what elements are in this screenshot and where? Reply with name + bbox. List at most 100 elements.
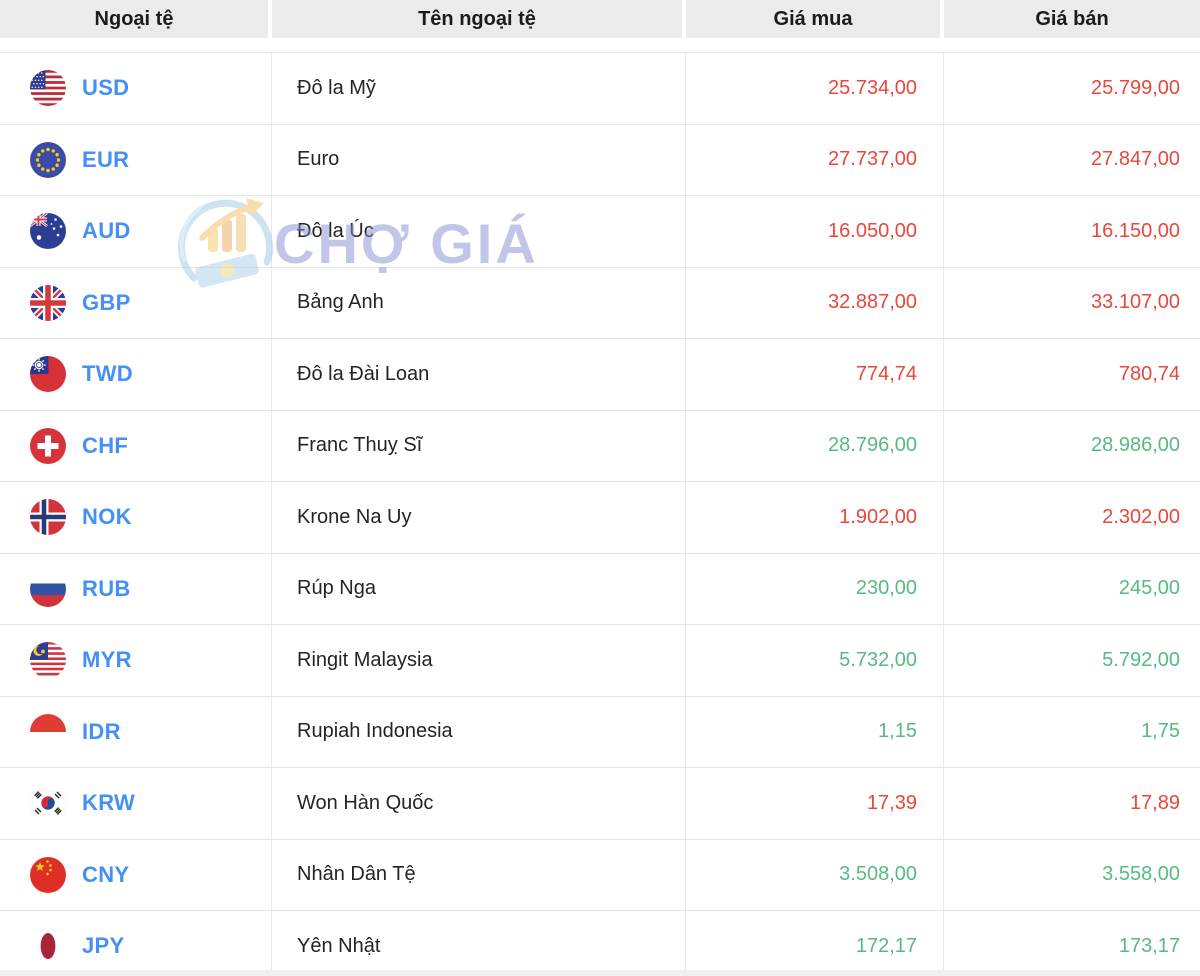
table-row: AUD Đô la Úc 16.050,00 16.150,00 [0, 195, 1200, 267]
sell-price-cell: 33.107,00 [944, 268, 1200, 339]
table-row: CNY Nhân Dân Tệ 3.508,00 3.558,00 [0, 838, 1200, 911]
currency-name-cell: Won Hàn Quốc [272, 768, 686, 839]
currency-name: Đô la Đài Loan [297, 362, 430, 385]
table-row: KRW Won Hàn Quốc 17,39 17,89 [0, 767, 1200, 839]
sell-price-cell: 173,17 [944, 911, 1200, 976]
currency-name: Rupiah Indonesia [297, 720, 453, 743]
sell-price: 173,17 [1118, 934, 1180, 957]
idr-flag-icon [30, 713, 66, 750]
currency-name: Đô la Mỹ [297, 76, 376, 99]
currency-code: JPY [82, 933, 125, 959]
currency-name: Ringit Malaysia [297, 648, 433, 671]
table-row: CHF Franc Thuỵ Sĩ 28.796,00 28.986,00 [0, 409, 1200, 481]
sell-price: 33.107,00 [1091, 291, 1180, 314]
sell-price: 2.302,00 [1102, 505, 1180, 528]
buy-price: 172,17 [855, 934, 917, 957]
usd-flag-icon [30, 70, 66, 107]
buy-price-cell: 32.887,00 [686, 267, 944, 338]
currency-name: Yên Nhật [297, 934, 381, 957]
buy-price: 1,15 [878, 720, 917, 743]
currency-code: KRW [82, 790, 136, 816]
currency-code: CNY [82, 861, 130, 887]
table-row: JPY Yên Nhật 172,17 173,17 [0, 910, 1200, 976]
currency-name-cell: Bảng Anh [272, 267, 686, 338]
buy-price-cell: 3.508,00 [686, 839, 944, 910]
buy-price-cell: 17,39 [686, 768, 944, 839]
myr-flag-icon [30, 642, 66, 679]
sell-price-cell: 245,00 [944, 554, 1200, 625]
currency-cell: KRW [0, 768, 272, 839]
buy-price-cell: 230,00 [686, 553, 944, 624]
buy-price-cell: 5.732,00 [686, 625, 944, 696]
currency-name-cell: Yên Nhật [272, 911, 686, 976]
next-row-sliver [0, 970, 1200, 976]
currency-name-cell: Ringit Malaysia [272, 625, 686, 696]
table-row: EUR Euro 27.737,00 27.847,00 [0, 123, 1200, 195]
currency-name: Krone Na Uy [297, 505, 412, 528]
currency-code: GBP [82, 289, 131, 315]
buy-price: 3.508,00 [839, 863, 917, 886]
table-body: USD Đô la Mỹ 25.734,00 25.799,00 EUR Eur… [0, 52, 1200, 976]
currency-cell: GBP [0, 267, 272, 338]
sell-price-cell: 16.150,00 [944, 196, 1200, 267]
rub-flag-icon [30, 570, 66, 607]
buy-price-cell: 25.734,00 [686, 53, 944, 124]
currency-cell: MYR [0, 625, 272, 696]
buy-price: 28.796,00 [828, 434, 917, 457]
table-row: TWD Đô la Đài Loan 774,74 780,74 [0, 338, 1200, 410]
buy-price: 5.732,00 [839, 648, 917, 671]
currency-cell: IDR [0, 696, 272, 767]
currency-name: Rúp Nga [297, 577, 376, 600]
buy-price: 1.902,00 [839, 505, 917, 528]
nok-flag-icon [30, 499, 66, 536]
currency-code: USD [82, 75, 130, 101]
buy-price: 774,74 [855, 362, 917, 385]
column-header-currency: Ngoại tệ [0, 0, 272, 38]
sell-price-cell: 1,75 [944, 697, 1200, 768]
currency-name: Franc Thuỵ Sĩ [297, 434, 423, 457]
currency-code: EUR [82, 146, 130, 172]
buy-price-cell: 28.796,00 [686, 410, 944, 481]
buy-price-cell: 1,15 [686, 696, 944, 767]
sell-price: 16.150,00 [1091, 219, 1180, 242]
currency-name: Euro [297, 148, 340, 171]
table-header: Ngoại tệ Tên ngoại tệ Giá mua Giá bán [0, 0, 1200, 38]
column-header-currency-name: Tên ngoại tệ [272, 0, 686, 38]
sell-price-cell: 25.799,00 [944, 53, 1200, 124]
buy-price-cell: 27.737,00 [686, 124, 944, 195]
currency-name-cell: Đô la Đài Loan [272, 339, 686, 410]
table-row: NOK Krone Na Uy 1.902,00 2.302,00 [0, 481, 1200, 553]
eur-flag-icon [30, 141, 66, 178]
table-row: IDR Rupiah Indonesia 1,15 1,75 [0, 695, 1200, 768]
sell-price-cell: 17,89 [944, 768, 1200, 839]
sell-price-cell: 5.792,00 [944, 625, 1200, 696]
currency-code: RUB [82, 575, 131, 601]
currency-code: CHF [82, 432, 129, 458]
sell-price: 3.558,00 [1102, 863, 1180, 886]
currency-cell: TWD [0, 339, 272, 410]
gbp-flag-icon [30, 284, 66, 321]
exchange-rate-table-page: Ngoại tệ Tên ngoại tệ Giá mua Giá bán US… [0, 0, 1200, 976]
buy-price: 27.737,00 [828, 148, 917, 171]
sell-price: 28.986,00 [1091, 434, 1180, 457]
buy-price-cell: 1.902,00 [686, 482, 944, 553]
table-row: GBP Bảng Anh 32.887,00 33.107,00 [0, 266, 1200, 339]
sell-price: 17,89 [1129, 791, 1180, 814]
buy-price: 32.887,00 [828, 291, 917, 314]
currency-code: AUD [82, 218, 131, 244]
sell-price: 245,00 [1118, 577, 1180, 600]
currency-name-cell: Đô la Mỹ [272, 53, 686, 124]
currency-name: Đô la Úc [297, 219, 374, 242]
column-header-buy-price: Giá mua [686, 0, 944, 38]
table-row: MYR Ringit Malaysia 5.732,00 5.792,00 [0, 624, 1200, 696]
sell-price-cell: 3.558,00 [944, 840, 1200, 911]
currency-name: Nhân Dân Tệ [297, 863, 416, 886]
sell-price-cell: 2.302,00 [944, 482, 1200, 553]
buy-price-cell: 16.050,00 [686, 196, 944, 267]
krw-flag-icon [30, 785, 66, 821]
sell-price: 780,74 [1118, 362, 1180, 385]
currency-cell: CHF [0, 410, 272, 481]
currency-name: Bảng Anh [297, 291, 384, 314]
currency-code: TWD [82, 361, 133, 387]
column-header-sell-price: Giá bán [944, 0, 1200, 38]
